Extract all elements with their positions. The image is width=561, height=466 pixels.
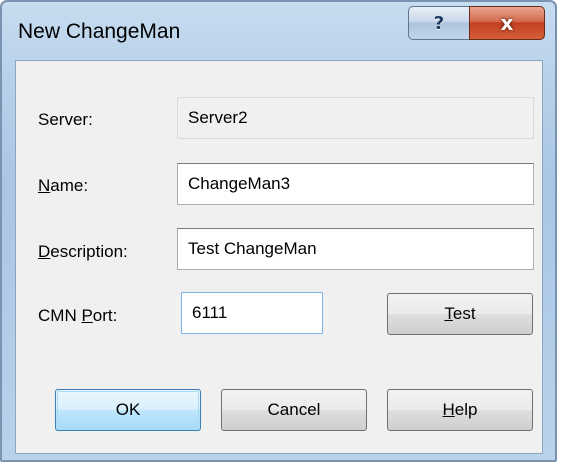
help-button-accelerator: H [442,400,455,419]
server-label: Server: [38,110,93,129]
close-icon: x [500,11,514,35]
ok-button-label: OK [115,400,141,419]
description-label: Description: [38,242,128,262]
cancel-button[interactable]: Cancel [221,389,367,431]
server-field: Server2 [177,97,534,139]
title-close-button[interactable]: x [469,6,545,40]
name-label: Name: [38,176,88,196]
name-label-text: ame: [50,176,89,195]
test-button-accelerator: T [444,304,453,323]
cmn-port-label-prefix: CMN [38,306,82,325]
test-button-text: est [452,304,476,323]
cmn-port-label-accelerator: P [81,306,93,325]
help-button-text: elp [454,400,478,419]
help-button-label: Help [443,400,478,420]
title-help-button[interactable]: ? [408,6,470,40]
test-button-label: Test [444,304,475,324]
description-label-text: escription: [50,242,128,261]
window-title: New ChangeMan [18,20,181,43]
description-input[interactable]: Test ChangeMan [177,228,534,270]
title-bar[interactable]: New ChangeMan ? x [2,2,555,62]
description-label-accelerator: D [38,242,51,261]
cmn-port-label-text: ort: [92,306,118,325]
cancel-button-label: Cancel [267,400,321,419]
ok-button[interactable]: OK [55,389,201,431]
test-button[interactable]: Test [387,293,533,335]
help-button[interactable]: Help [387,389,533,431]
dialog-body: Server: Server2 Name: ChangeMan3 Descrip… [15,60,543,454]
cmn-port-label: CMN Port: [38,306,117,326]
question-mark-icon: ? [433,12,445,34]
name-input[interactable]: ChangeMan3 [177,163,534,205]
cmn-port-input[interactable]: 6111 [181,292,323,334]
name-label-accelerator: N [38,176,51,195]
dialog-window: New ChangeMan ? x Server: Server2 Name: … [0,0,557,462]
